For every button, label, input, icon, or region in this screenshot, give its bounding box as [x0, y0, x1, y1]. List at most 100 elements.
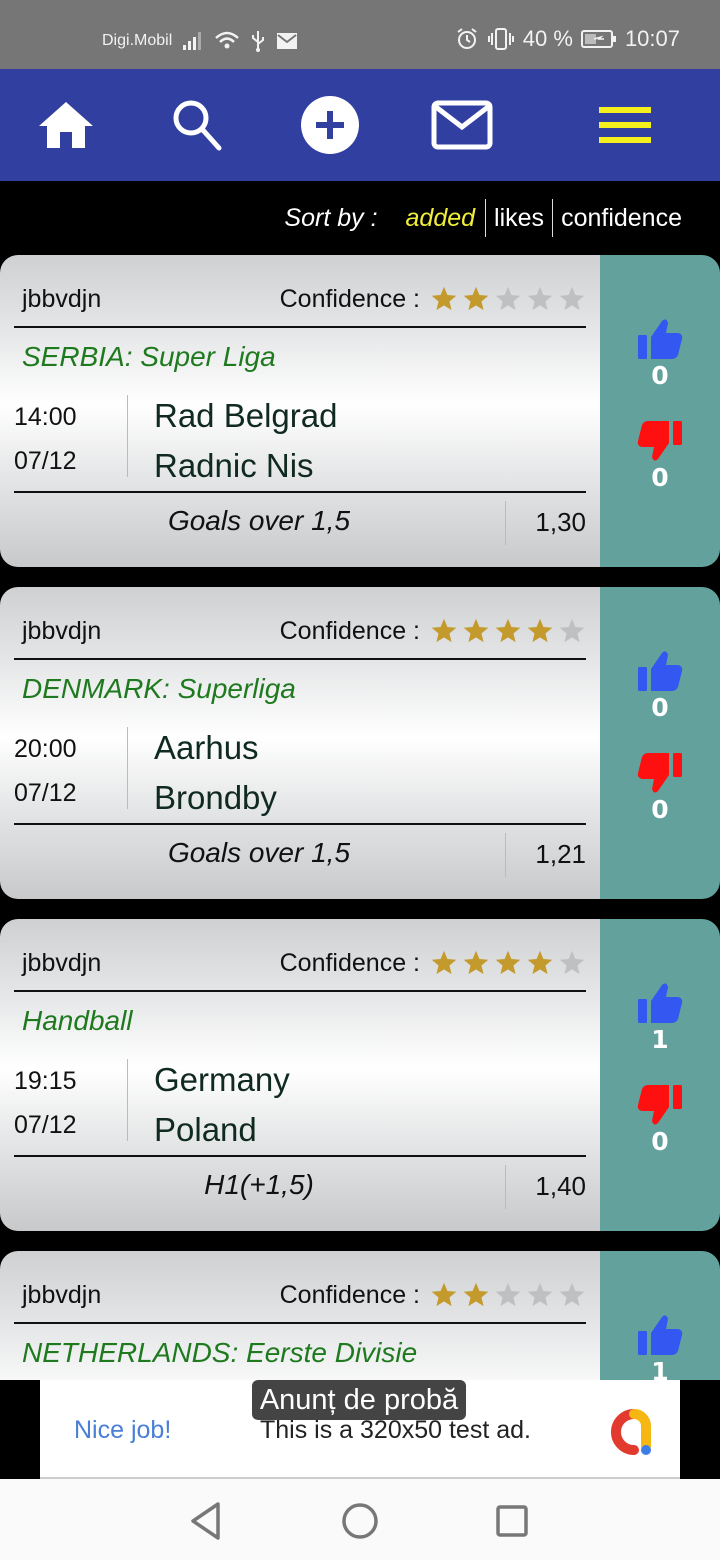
star-empty-icon	[559, 950, 585, 975]
app-bar	[0, 69, 720, 181]
add-tip-button[interactable]	[295, 93, 365, 157]
sort-option-confidence[interactable]: confidence	[553, 204, 690, 233]
divider	[127, 395, 128, 477]
star-filled-icon	[463, 286, 489, 311]
sort-option-likes[interactable]: likes	[486, 204, 552, 233]
wifi-icon	[214, 30, 240, 52]
thumbs-up-icon	[638, 651, 683, 691]
like-button[interactable]: 1	[600, 981, 720, 1054]
match-time: 19:15	[14, 1067, 77, 1095]
tip-card[interactable]: jbbvdjn Confidence : DENMARK: Superliga …	[0, 587, 720, 899]
tip-card[interactable]: jbbvdjn Confidence : SERBIA: Super Liga …	[0, 255, 720, 567]
dislike-button[interactable]: 0	[600, 419, 720, 492]
home-circle-icon	[342, 1503, 378, 1539]
ad-cta[interactable]: Nice job!	[74, 1416, 171, 1445]
search-icon	[173, 100, 222, 151]
vote-panel: 0 0	[600, 587, 720, 899]
recents-button[interactable]	[490, 1499, 534, 1543]
dislike-button[interactable]: 0	[600, 1083, 720, 1156]
battery-charging-icon	[580, 29, 617, 49]
ad-banner[interactable]: Nice job! This is a 320x50 test ad. Anun…	[40, 1380, 680, 1479]
thumbs-up-icon	[638, 319, 683, 359]
star-filled-icon	[431, 950, 457, 975]
tipster-username[interactable]: jbbvdjn	[22, 1281, 101, 1310]
tip-prediction: Goals over 1,5	[167, 837, 351, 868]
divider	[14, 326, 586, 328]
confidence-stars	[430, 1281, 586, 1309]
like-count: 0	[651, 361, 669, 390]
like-button[interactable]: 0	[600, 317, 720, 390]
tip-card-body[interactable]: jbbvdjn Confidence : SERBIA: Super Liga …	[0, 255, 600, 567]
messages-button[interactable]	[427, 93, 497, 157]
divider	[505, 501, 506, 545]
status-bar: Digi.Mobil 40 % 10:07	[0, 0, 720, 69]
tip-card-body[interactable]: jbbvdjn Confidence : Handball 19:15 07/1…	[0, 919, 600, 1231]
tip-odd: 1,40	[535, 1171, 586, 1201]
divider	[14, 823, 586, 825]
hamburger-menu-icon	[599, 107, 651, 143]
dislike-count: 0	[651, 795, 669, 824]
star-filled-icon	[527, 950, 553, 975]
divider	[14, 658, 586, 660]
menu-button[interactable]	[590, 93, 660, 157]
vote-panel: 0 0	[600, 255, 720, 567]
mail-notification-icon	[276, 32, 298, 50]
tip-prediction: H1(+1,5)	[204, 1169, 314, 1200]
confidence-rating: Confidence :	[280, 617, 586, 646]
star-filled-icon	[431, 618, 457, 643]
tipster-username[interactable]: jbbvdjn	[22, 617, 101, 646]
sort-option-added[interactable]: added	[398, 204, 484, 233]
back-button[interactable]	[184, 1499, 228, 1543]
confidence-rating: Confidence :	[280, 949, 586, 978]
search-button[interactable]	[162, 93, 232, 157]
star-filled-icon	[431, 286, 457, 311]
divider	[505, 833, 506, 877]
divider	[14, 491, 586, 493]
tip-card-body[interactable]: jbbvdjn Confidence : DENMARK: Superliga …	[0, 587, 600, 899]
confidence-stars	[430, 285, 586, 313]
home-icon	[39, 102, 93, 148]
star-filled-icon	[463, 618, 489, 643]
star-filled-icon	[431, 1282, 457, 1307]
star-filled-icon	[463, 950, 489, 975]
plus-circle-icon	[301, 96, 359, 154]
confidence-label: Confidence :	[279, 1280, 420, 1309]
home-system-button[interactable]	[338, 1499, 382, 1543]
away-team: Radnic Nis	[154, 447, 314, 484]
tip-card[interactable]: jbbvdjn Confidence : NETHERLANDS: Eerste…	[0, 1251, 720, 1380]
tipster-username[interactable]: jbbvdjn	[22, 949, 101, 978]
divider	[127, 1059, 128, 1141]
tip-card[interactable]: jbbvdjn Confidence : Handball 19:15 07/1…	[0, 919, 720, 1231]
recents-square-icon	[496, 1505, 528, 1537]
tips-list[interactable]: jbbvdjn Confidence : SERBIA: Super Liga …	[0, 255, 720, 1380]
tip-odd: 1,30	[535, 507, 586, 537]
battery-percent: 40 %	[522, 26, 573, 51]
divider	[127, 727, 128, 809]
match-datetime: 20:00 07/12	[14, 727, 77, 815]
star-empty-icon	[495, 1282, 521, 1307]
confidence-stars	[430, 949, 586, 977]
home-team: Germany	[154, 1061, 290, 1098]
vibrate-icon	[487, 27, 515, 51]
admob-logo-icon	[611, 1409, 651, 1455]
tipster-username[interactable]: jbbvdjn	[22, 285, 101, 314]
tip-card-body[interactable]: jbbvdjn Confidence : NETHERLANDS: Eerste…	[0, 1251, 600, 1380]
match-datetime: 14:00 07/12	[14, 395, 77, 483]
usb-icon	[250, 30, 266, 52]
star-filled-icon	[527, 618, 553, 643]
system-nav-bar	[0, 1479, 720, 1560]
star-empty-icon	[559, 618, 585, 643]
vote-panel: 1 0	[600, 919, 720, 1231]
carrier-name: Digi.Mobil	[102, 32, 173, 49]
dislike-button[interactable]: 0	[600, 751, 720, 824]
home-button[interactable]	[31, 93, 101, 157]
match-teams: Rad Belgrad Radnic Nis	[154, 391, 337, 491]
like-button[interactable]: 1	[600, 1313, 720, 1380]
mail-icon	[431, 100, 493, 150]
like-button[interactable]: 0	[600, 649, 720, 722]
ad-text: This is a 320x50 test ad.	[260, 1416, 531, 1444]
signal-icon	[182, 31, 204, 51]
thumbs-down-icon	[637, 421, 682, 461]
tip-prediction: Goals over 1,5	[167, 505, 351, 536]
home-team: Aarhus	[154, 729, 259, 766]
